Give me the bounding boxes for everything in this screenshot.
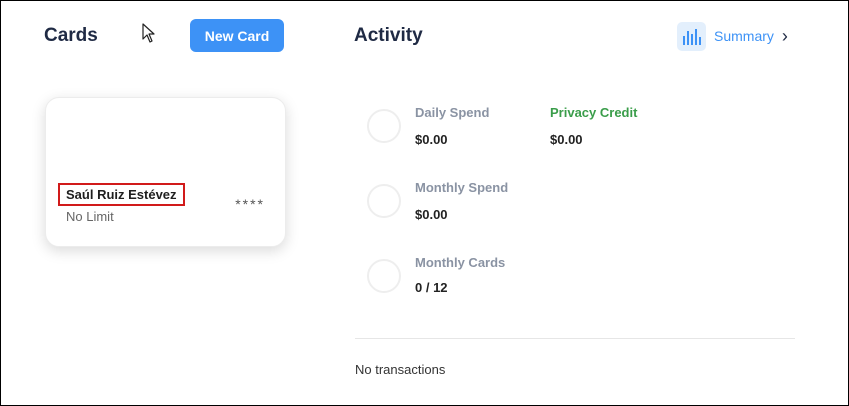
monthly-spend-ring	[367, 184, 401, 218]
monthly-spend-value: $0.00	[415, 207, 448, 222]
privacy-credit-label: Privacy Credit	[550, 105, 638, 120]
summary-link[interactable]: Summary ›	[677, 21, 788, 51]
card-holder-name: Saúl Ruiz Estévez	[58, 183, 185, 206]
monthly-cards-value: 0 / 12	[415, 280, 448, 295]
new-card-button[interactable]: New Card	[190, 19, 284, 52]
divider	[355, 338, 795, 339]
card-masked-number: ****	[235, 196, 265, 212]
monthly-cards-ring	[367, 259, 401, 293]
daily-spend-label: Daily Spend	[415, 105, 490, 120]
bar-chart-icon	[677, 21, 706, 51]
summary-label: Summary	[714, 28, 774, 44]
activity-heading: Activity	[354, 25, 423, 46]
card-tile[interactable]: Saúl Ruiz Estévez No Limit ****	[45, 97, 286, 247]
daily-spend-value: $0.00	[415, 132, 448, 147]
monthly-spend-label: Monthly Spend	[415, 180, 509, 195]
cards-heading: Cards	[44, 25, 98, 46]
app-window: Cards New Card Saúl Ruiz Estévez No Limi…	[0, 0, 849, 406]
card-limit: No Limit	[66, 209, 114, 224]
monthly-cards-label: Monthly Cards	[415, 255, 506, 270]
mouse-cursor-icon	[142, 23, 155, 43]
privacy-credit-value: $0.00	[550, 132, 583, 147]
no-transactions-message: No transactions	[355, 362, 446, 377]
daily-spend-ring	[367, 109, 401, 143]
chevron-right-icon: ›	[781, 26, 788, 46]
